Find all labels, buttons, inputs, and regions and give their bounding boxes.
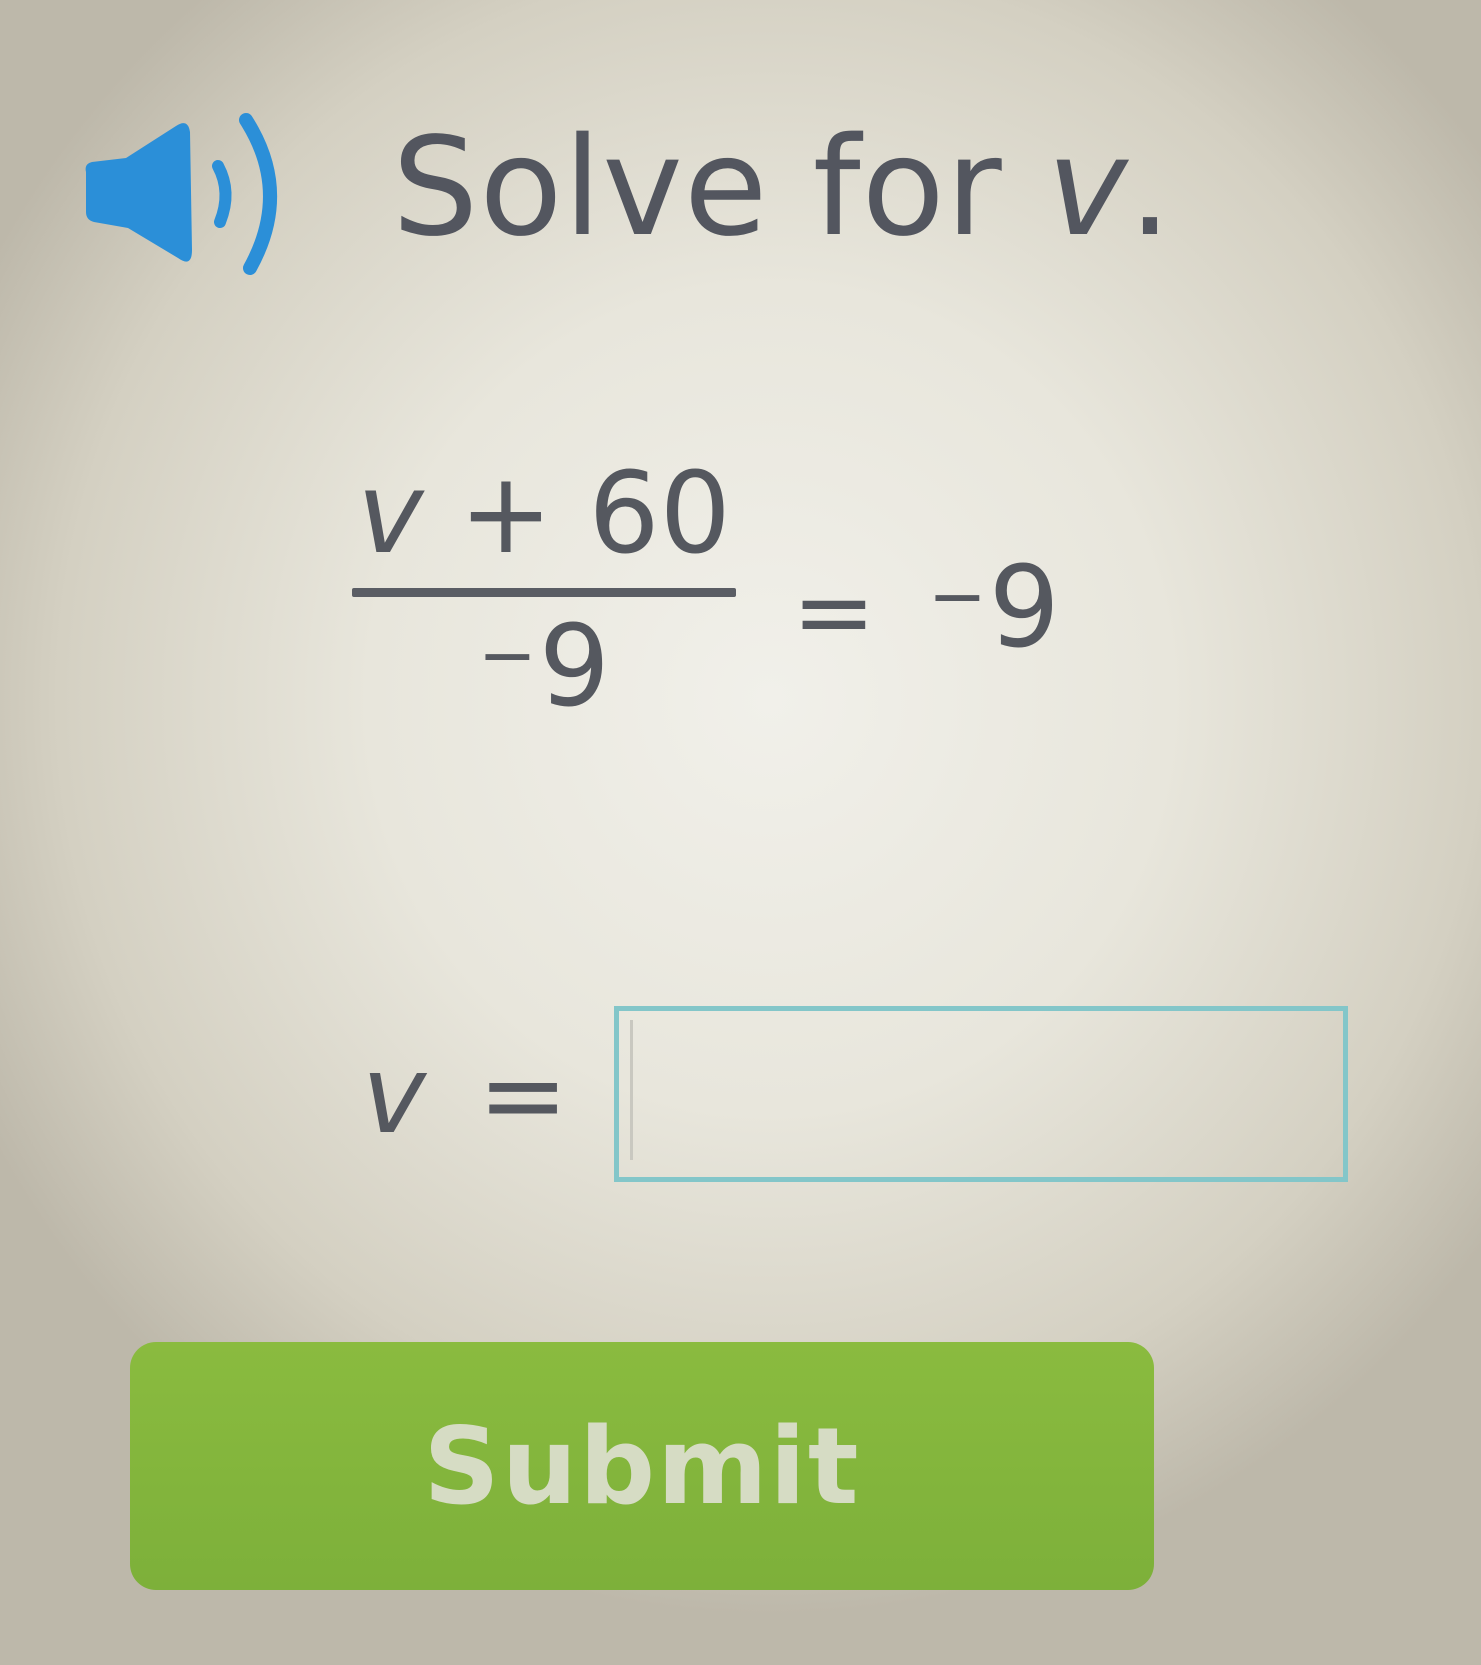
denominator-sign: − <box>478 614 537 696</box>
equation-right-side: −9 <box>928 552 1060 664</box>
submit-button[interactable]: Submit <box>130 1342 1154 1590</box>
prompt-suffix: . <box>1128 109 1173 267</box>
numerator-rest: + 60 <box>423 449 731 579</box>
prompt-prefix: Solve for <box>392 109 1047 267</box>
answer-label: v = <box>362 1042 568 1150</box>
equation-fraction: v + 60 −9 <box>352 458 736 723</box>
question-prompt: Solve for v. <box>392 120 1173 256</box>
fraction-numerator: v + 60 <box>352 458 736 570</box>
answer-label-variable: v <box>362 1033 426 1158</box>
answer-label-equals: = <box>477 1033 569 1158</box>
speaker-icon[interactable] <box>80 100 300 290</box>
fraction-denominator: −9 <box>352 611 736 723</box>
denominator-value: 9 <box>538 602 610 732</box>
question-panel: Solve for v. v + 60 −9 = −9 v = Submit <box>0 0 1481 1665</box>
numerator-variable: v <box>357 449 424 579</box>
rhs-value: 9 <box>988 543 1060 673</box>
answer-input[interactable] <box>614 1006 1348 1182</box>
prompt-variable: v <box>1046 109 1129 267</box>
rhs-sign: − <box>928 555 987 637</box>
equation-equals-sign: = <box>792 553 876 670</box>
fraction-bar <box>352 588 736 597</box>
